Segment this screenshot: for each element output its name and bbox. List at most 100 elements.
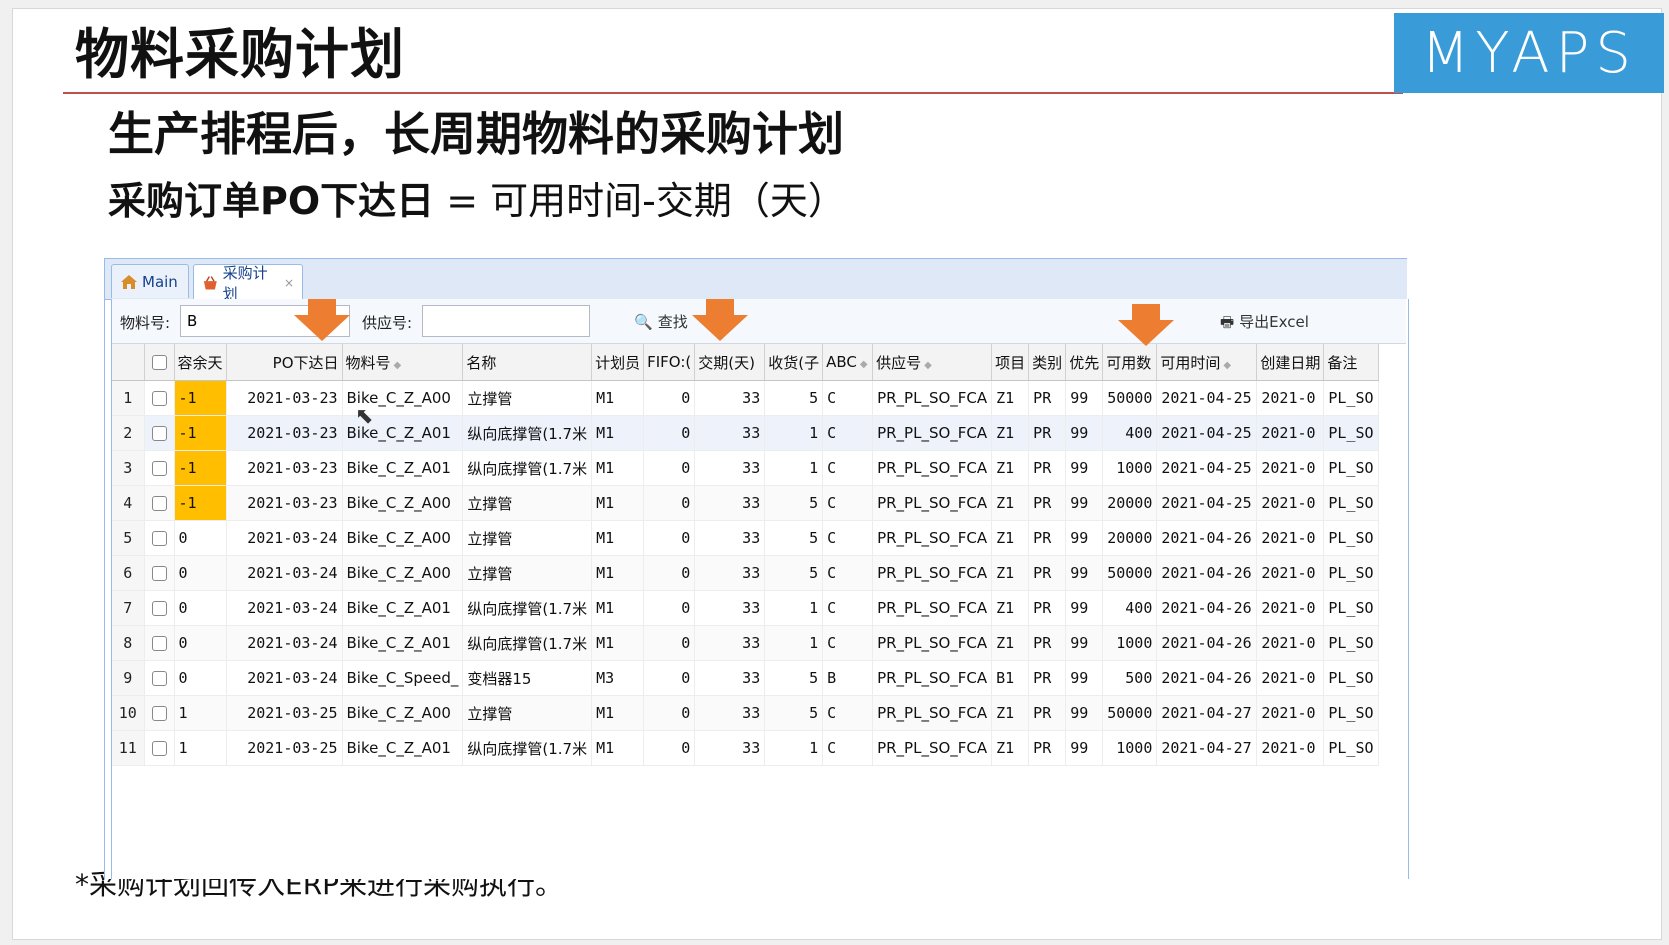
header-fifo[interactable]: FIFO:( [643, 344, 696, 381]
header-name[interactable]: 名称 [462, 344, 593, 381]
cell-created-date: 2021-0 [1256, 415, 1325, 451]
row-select-cell[interactable] [144, 660, 175, 696]
row-select-cell[interactable] [144, 380, 175, 416]
cell-planner: M1 [591, 625, 645, 661]
table-row[interactable]: 6 0 2021-03-24 Bike_C_Z_A00 立撑管 M1 0 33 5 C PR_PL_… [112, 555, 1379, 591]
cell-item: Z1 [991, 730, 1030, 766]
grid-panel: 物料号: 供应号: 🔍查找 🖶导出Excel 容余天 PO下达日 [111, 299, 1409, 879]
cell-fifo: 0 [643, 730, 696, 766]
sort-icon: ◆ [924, 359, 932, 371]
close-icon[interactable]: × [284, 276, 294, 290]
cell-fifo: 0 [643, 380, 696, 416]
cell-fifo: 0 [643, 520, 696, 556]
cell-priority: 99 [1065, 555, 1104, 591]
row-select-cell[interactable] [144, 485, 175, 521]
tab-bar: Main 采购计划 × [105, 259, 1407, 303]
cell-planner: M1 [591, 730, 645, 766]
row-select-cell[interactable] [144, 590, 175, 626]
export-excel-button[interactable]: 🖶 导出Excel [1220, 311, 1309, 337]
header-receipt[interactable]: 收货(子 [764, 344, 824, 381]
table-row[interactable]: 5 0 2021-03-24 Bike_C_Z_A00 立撑管 M1 0 33 5 C PR_PL_… [112, 520, 1379, 556]
header-supplier-no-label: 供应号 [876, 353, 922, 372]
cell-supplier-no: PR_PL_SO_FCA [872, 415, 993, 451]
sort-icon: ◆ [393, 359, 402, 371]
supplier-input[interactable] [422, 305, 590, 337]
row-checkbox[interactable] [151, 531, 167, 546]
row-checkbox[interactable] [151, 461, 167, 476]
row-checkbox[interactable] [151, 636, 167, 651]
cell-receipt: 1 [764, 590, 824, 626]
row-select-cell[interactable] [144, 450, 175, 486]
cell-priority: 99 [1065, 380, 1104, 416]
row-checkbox[interactable] [151, 566, 167, 581]
row-select-cell[interactable] [144, 555, 175, 591]
row-checkbox[interactable] [151, 741, 167, 756]
row-number: 1 [112, 380, 145, 416]
header-available-time[interactable]: 可用时间 ◆ [1156, 344, 1258, 381]
row-number: 10 [112, 695, 145, 731]
cell-abc: C [822, 590, 874, 626]
table-row[interactable]: 2 -1 2021-03-23 Bike_C_Z_A01 纵向底撑管(1.7米 M1 0 33… [112, 415, 1379, 451]
cell-material-no: Bike_C_Z_A01 [342, 625, 464, 661]
header-category[interactable]: 类别 [1028, 344, 1067, 381]
cell-po-date: 2021-03-23 [226, 450, 343, 486]
row-select-cell[interactable] [144, 695, 175, 731]
header-slack-days[interactable]: 容余天 [174, 344, 227, 381]
cell-priority: 99 [1065, 625, 1104, 661]
table-row[interactable]: 10 1 2021-03-25 Bike_C_Z_A00 立撑管 M1 0 33 5 C PR_PL… [112, 695, 1379, 731]
cell-po-date: 2021-03-25 [226, 730, 343, 766]
header-created-date[interactable]: 创建日期 [1256, 344, 1325, 381]
header-item[interactable]: 项目 [991, 344, 1030, 381]
header-remark[interactable]: 备注 [1323, 344, 1379, 381]
row-select-cell[interactable] [144, 625, 175, 661]
cell-item: Z1 [991, 555, 1030, 591]
header-priority[interactable]: 优先 [1065, 344, 1104, 381]
row-checkbox[interactable] [151, 391, 167, 406]
header-planner[interactable]: 计划员 [591, 344, 645, 381]
cell-name: 纵向底撑管(1.7米 [462, 450, 593, 486]
row-checkbox[interactable] [151, 601, 167, 616]
cell-lead-time: 33 [694, 450, 766, 486]
cell-planner: M1 [591, 450, 645, 486]
table-row[interactable]: 8 0 2021-03-24 Bike_C_Z_A01 纵向底撑管(1.7米 M1 0 33 1… [112, 625, 1379, 661]
table-row[interactable]: 4 -1 2021-03-23 Bike_C_Z_A00 立撑管 M1 0 33 5 C PR_PL… [112, 485, 1379, 521]
table-row[interactable]: 3 -1 2021-03-23 Bike_C_Z_A01 纵向底撑管(1.7米 M1 0 33… [112, 450, 1379, 486]
cell-available-time: 2021-04-26 [1156, 590, 1258, 626]
table-row[interactable]: 7 0 2021-03-24 Bike_C_Z_A01 纵向底撑管(1.7米 M1 0 33 1… [112, 590, 1379, 626]
row-checkbox[interactable] [151, 426, 167, 441]
search-label: 查找 [657, 313, 688, 331]
header-lead-time[interactable]: 交期(天) [694, 344, 766, 381]
tab-purchase-plan[interactable]: 采购计划 × [193, 264, 303, 303]
table-row[interactable]: 11 1 2021-03-25 Bike_C_Z_A01 纵向底撑管(1.7米 M1 0 33… [112, 730, 1379, 766]
row-number: 8 [112, 625, 145, 661]
tab-main[interactable]: Main [111, 264, 189, 298]
select-all-checkbox[interactable] [151, 355, 167, 370]
search-icon: 🔍 [634, 313, 653, 331]
cell-lead-time: 33 [694, 660, 766, 696]
header-material-no[interactable]: 物料号 ◆ [342, 344, 464, 381]
header-po-date[interactable]: PO下达日 [226, 344, 343, 381]
search-button[interactable]: 🔍 查找 [634, 311, 688, 332]
cell-lead-time: 33 [694, 520, 766, 556]
header-available-qty[interactable]: 可用数 [1102, 344, 1158, 381]
cell-supplier-no: PR_PL_SO_FCA [872, 590, 993, 626]
row-select-cell[interactable] [144, 730, 175, 766]
cell-name: 纵向底撑管(1.7米 [462, 625, 593, 661]
table-row[interactable]: 9 0 2021-03-24 Bike_C_Speed_ 变档器15 M3 0 33 5 B PR_… [112, 660, 1379, 696]
cell-item: Z1 [991, 450, 1030, 486]
cell-material-no: Bike_C_Z_A00 [342, 485, 464, 521]
cell-abc: C [822, 415, 874, 451]
row-checkbox[interactable] [151, 706, 167, 721]
cell-receipt: 1 [764, 730, 824, 766]
cell-po-date: 2021-03-24 [226, 660, 343, 696]
row-select-cell[interactable] [144, 415, 175, 451]
row-select-cell[interactable] [144, 520, 175, 556]
header-supplier-no[interactable]: 供应号 ◆ [872, 344, 993, 381]
cell-receipt: 5 [764, 695, 824, 731]
row-checkbox[interactable] [151, 496, 167, 511]
row-checkbox[interactable] [151, 671, 167, 686]
header-select-all[interactable] [144, 344, 175, 381]
header-abc[interactable]: ABC ◆ [822, 344, 874, 381]
table-row[interactable]: 1 -1 2021-03-23 Bike_C_Z_A00 立撑管 M1 0 33 5 C PR_PL… [112, 380, 1379, 416]
cell-name: 立撑管 [462, 555, 593, 591]
